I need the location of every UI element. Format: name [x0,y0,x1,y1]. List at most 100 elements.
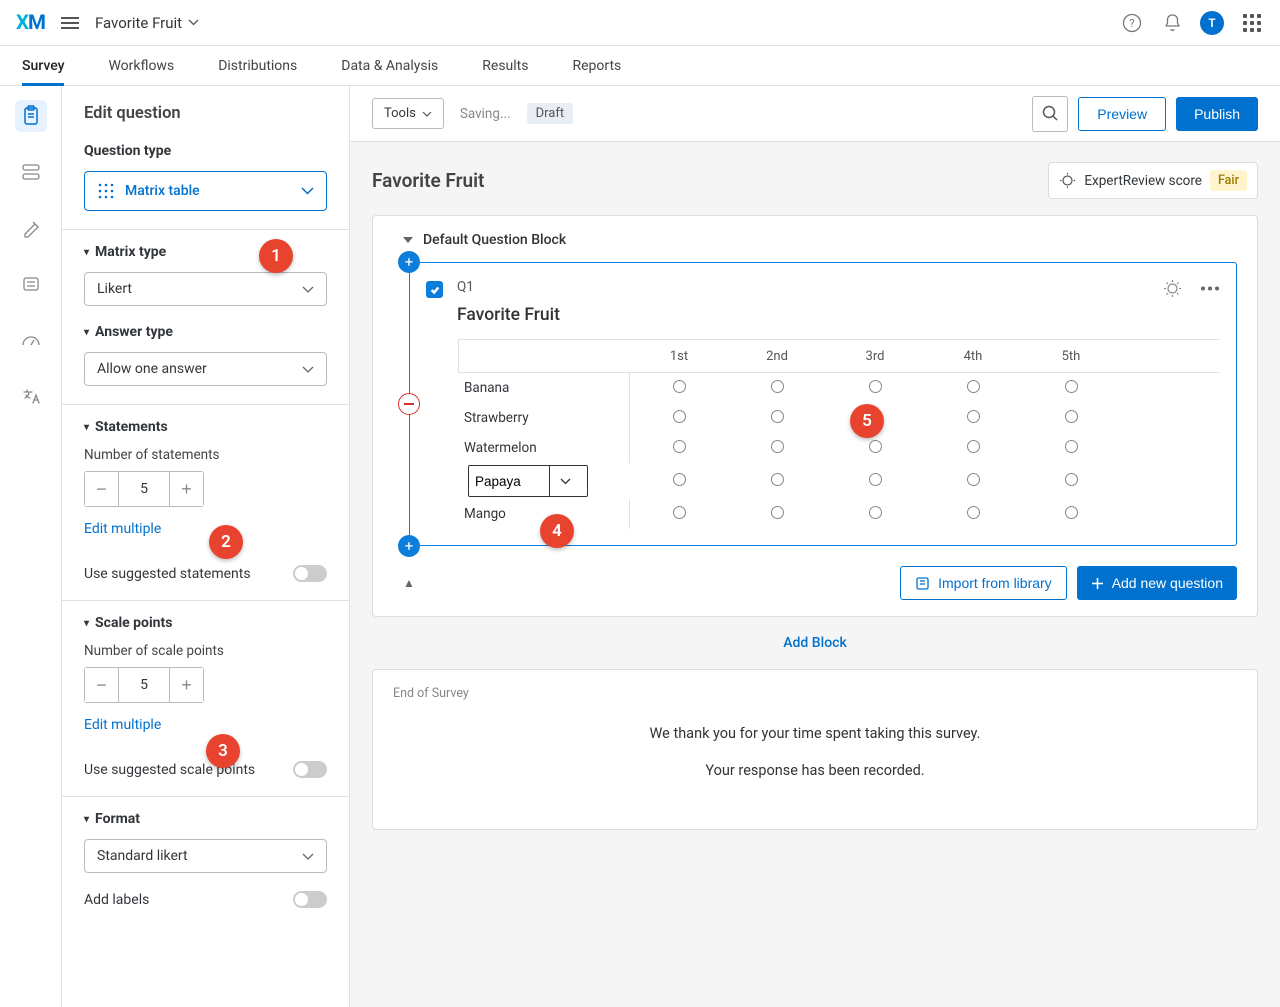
radio-option[interactable] [771,506,784,519]
rail-flow-icon[interactable] [15,156,47,188]
edit-multiple-statements[interactable]: Edit multiple [84,521,161,537]
callout-2: 2 [209,525,243,559]
logo[interactable]: XM [16,11,45,35]
radio-option[interactable] [673,380,686,393]
matrix-icon [97,182,115,200]
tools-button[interactable]: Tools [372,98,444,129]
remove-question[interactable] [398,393,420,415]
radio-option[interactable] [771,410,784,423]
radio-option[interactable] [1065,410,1078,423]
statement-input[interactable] [469,474,549,489]
avatar[interactable]: T [1200,11,1224,35]
radio-option[interactable] [869,506,882,519]
tab-data-analysis[interactable]: Data & Analysis [341,46,438,85]
expert-review-badge[interactable]: ExpertReview score Fair [1048,162,1258,199]
add-question-button[interactable]: Add new question [1077,566,1237,600]
add-question-above[interactable]: + [398,251,420,273]
more-icon[interactable] [1200,286,1220,291]
scale-header[interactable]: 4th [964,349,983,364]
rail-look-feel-icon[interactable] [15,212,47,244]
edit-multiple-scale[interactable]: Edit multiple [84,717,161,733]
radio-option[interactable] [967,380,980,393]
library-icon [915,576,930,591]
scale-minus[interactable]: − [85,668,119,702]
search-button[interactable] [1032,96,1068,132]
statement-edit[interactable] [468,465,588,497]
radio-option[interactable] [771,473,784,486]
radio-option[interactable] [1065,380,1078,393]
statement-label[interactable]: Banana [458,373,630,403]
radio-option[interactable] [967,473,980,486]
add-block-link[interactable]: Add Block [350,617,1280,669]
callout-4: 4 [540,514,574,548]
rail-translate-icon[interactable] [15,380,47,412]
radio-option[interactable] [1065,506,1078,519]
question-title[interactable]: Favorite Fruit [457,305,560,325]
rail-builder-icon[interactable] [15,100,47,132]
tab-results[interactable]: Results [482,46,528,85]
scale-value[interactable]: 5 [119,668,169,702]
suggested-statements-toggle[interactable] [293,565,327,582]
statements-header[interactable]: ▾Statements [84,419,327,435]
tab-workflows[interactable]: Workflows [108,46,174,85]
collapse-block[interactable]: ▲ [403,576,415,590]
notifications-icon[interactable] [1160,11,1184,35]
question-type-select[interactable]: Matrix table [84,171,327,211]
publish-button[interactable]: Publish [1176,97,1258,131]
scale-points-header[interactable]: ▾Scale points [84,615,327,631]
radio-option[interactable] [967,506,980,519]
scale-header[interactable]: 2nd [766,349,788,364]
radio-option[interactable] [869,440,882,453]
radio-option[interactable] [673,473,686,486]
radio-option[interactable] [1065,473,1078,486]
radio-option[interactable] [673,410,686,423]
matrix-row [458,463,1220,499]
tab-distributions[interactable]: Distributions [218,46,297,85]
scale-header[interactable]: 5th [1062,349,1081,364]
rail-options-icon[interactable] [15,268,47,300]
chevron-down-icon [302,853,314,860]
suggested-scale-toggle[interactable] [293,761,327,778]
radio-option[interactable] [771,440,784,453]
help-icon[interactable]: ? [1120,11,1144,35]
radio-option[interactable] [869,473,882,486]
statements-value[interactable]: 5 [119,472,169,506]
statements-minus[interactable]: − [85,472,119,506]
format-select[interactable]: Standard likert [84,839,327,873]
suggested-statements-label: Use suggested statements [84,566,251,582]
edit-question-panel: Edit question Question type Matrix table… [62,86,350,1007]
end-message-2: Your response has been recorded. [393,762,1237,779]
statement-label[interactable]: Watermelon [458,433,630,463]
question-checkbox[interactable] [426,281,443,298]
svg-text:?: ? [1129,17,1134,30]
answer-type-header[interactable]: ▾Answer type [84,324,327,340]
radio-option[interactable] [673,506,686,519]
scale-header[interactable]: 3rd [866,349,885,364]
tab-reports[interactable]: Reports [572,46,621,85]
matrix-type-select[interactable]: Likert [84,272,327,306]
statement-dropdown[interactable] [549,466,581,496]
radio-option[interactable] [1065,440,1078,453]
statements-plus[interactable]: + [169,472,203,506]
format-header[interactable]: ▾Format [84,811,327,827]
rail-quotas-icon[interactable] [15,324,47,356]
radio-option[interactable] [869,380,882,393]
radio-option[interactable] [967,440,980,453]
statement-label[interactable]: Strawberry [458,403,630,433]
project-title-dropdown[interactable]: Favorite Fruit [95,14,199,32]
tab-survey[interactable]: Survey [22,46,64,85]
lightbulb-icon[interactable] [1163,279,1182,298]
radio-option[interactable] [967,410,980,423]
radio-option[interactable] [771,380,784,393]
add-labels-toggle[interactable] [293,891,327,908]
scale-header[interactable]: 1st [670,349,688,364]
scale-plus[interactable]: + [169,668,203,702]
import-library-button[interactable]: Import from library [900,566,1067,600]
block-header[interactable]: Default Question Block [403,232,1237,248]
add-question-below[interactable]: + [398,535,420,557]
app-switcher-icon[interactable] [1240,11,1264,35]
answer-type-select[interactable]: Allow one answer [84,352,327,386]
radio-option[interactable] [673,440,686,453]
preview-button[interactable]: Preview [1078,97,1166,131]
menu-icon[interactable] [61,17,79,29]
